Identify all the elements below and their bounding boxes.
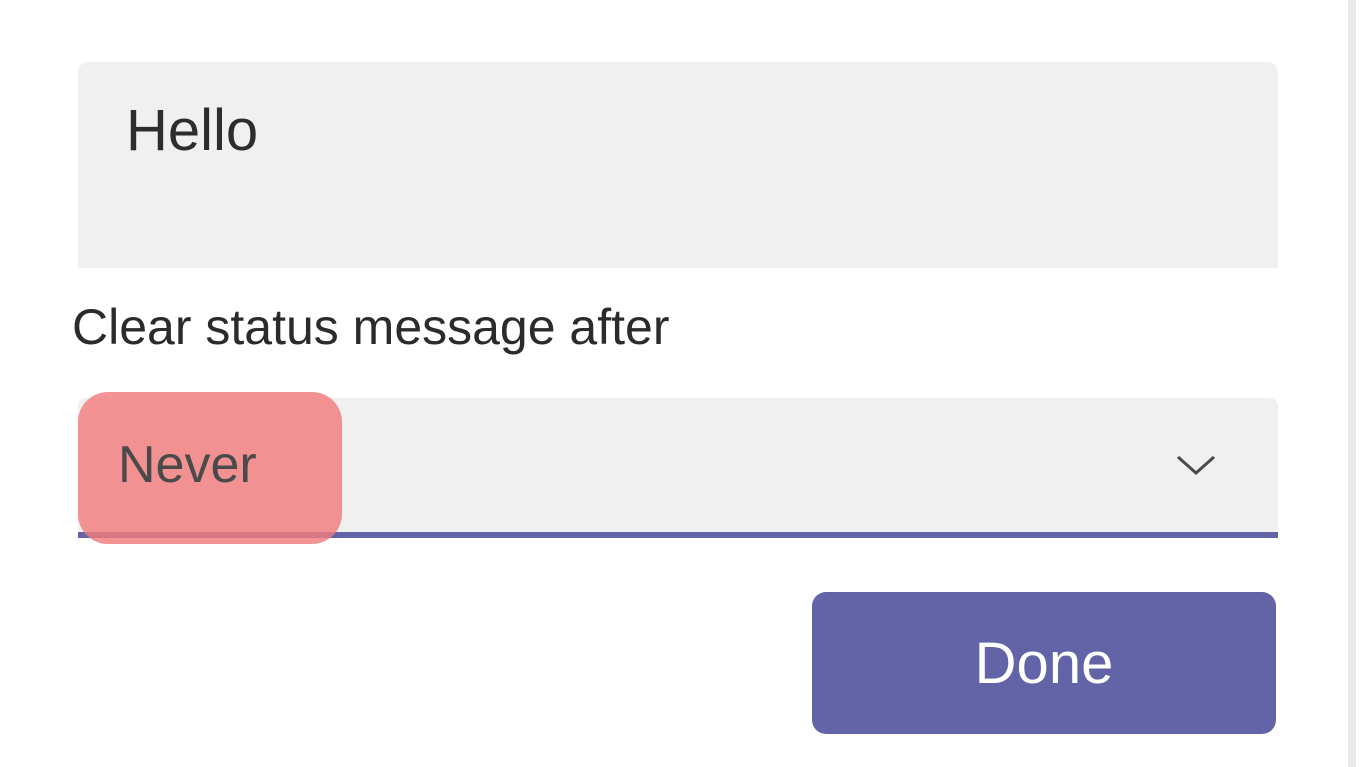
done-button[interactable]: Done xyxy=(812,592,1276,734)
status-message-panel: Clear status message after Never Done xyxy=(0,0,1356,767)
chevron-down-icon xyxy=(1174,453,1218,477)
dropdown-selected-value: Never xyxy=(118,435,257,495)
clear-status-label: Clear status message after xyxy=(72,298,670,356)
clear-after-dropdown[interactable]: Never xyxy=(78,398,1278,538)
status-message-input[interactable] xyxy=(78,62,1278,268)
